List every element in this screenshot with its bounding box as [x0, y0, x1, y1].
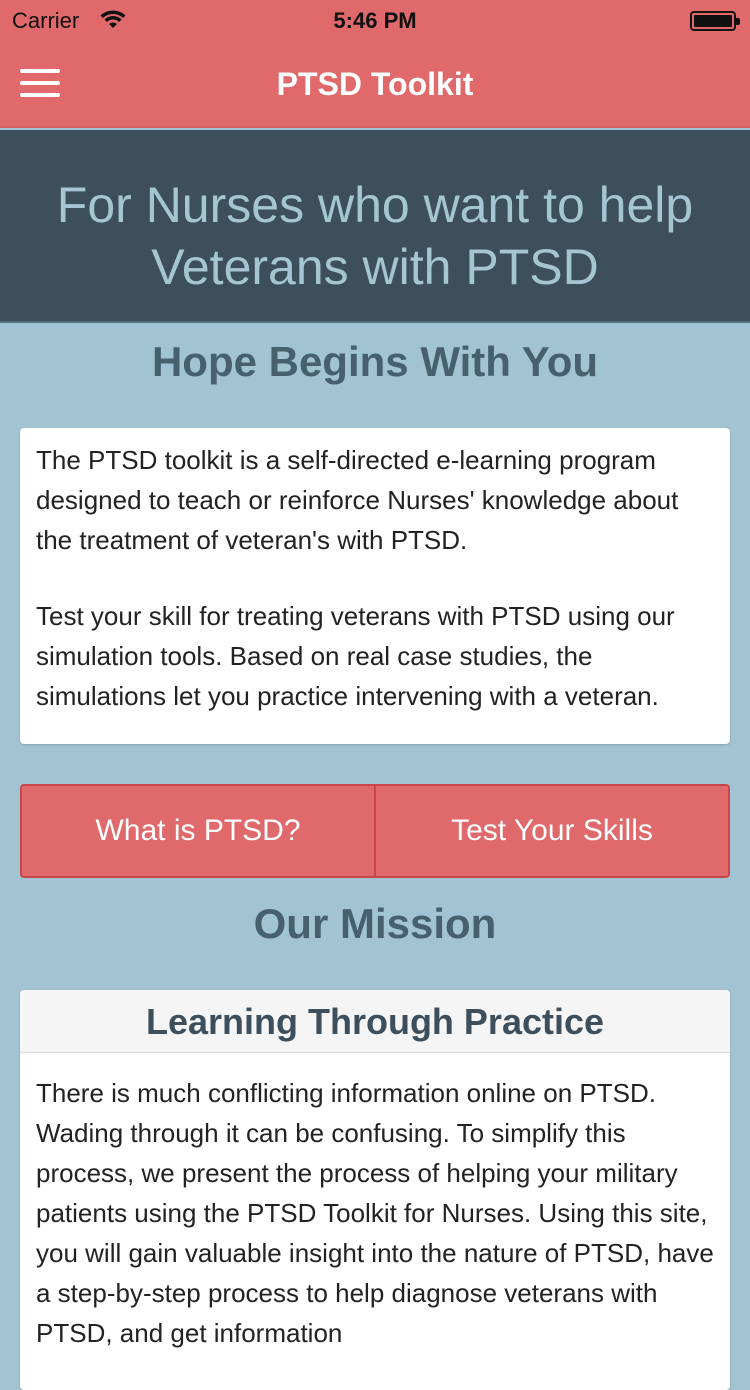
action-button-group: What is PTSD? Test Your Skills [20, 784, 730, 878]
what-is-ptsd-button[interactable]: What is PTSD? [22, 786, 374, 876]
mission-card-title: Learning Through Practice [20, 990, 730, 1053]
test-your-skills-button[interactable]: Test Your Skills [374, 786, 728, 876]
mission-card-body: There is much conflicting information on… [36, 1078, 714, 1348]
hero-title: For Nurses who want to help Veterans wit… [56, 177, 694, 295]
clock: 5:46 PM [333, 8, 417, 33]
nav-bar: PTSD Toolkit [0, 40, 750, 128]
mission-card: Learning Through Practice There is much … [20, 990, 730, 1390]
battery-icon [690, 11, 740, 31]
tagline: Hope Begins With You [151, 338, 599, 385]
intro-card: The PTSD toolkit is a self-directed e-le… [20, 428, 730, 744]
intro-paragraph-1: The PTSD toolkit is a self-directed e-le… [36, 445, 679, 555]
mission-title: Our Mission [253, 900, 497, 947]
nav-title: PTSD Toolkit [276, 66, 474, 102]
status-bar: Carrier 5:46 PM [0, 0, 750, 40]
hero-banner: For Nurses who want to help Veterans wit… [0, 130, 750, 323]
intro-paragraph-2: Test your skill for treating veterans wi… [36, 601, 675, 711]
